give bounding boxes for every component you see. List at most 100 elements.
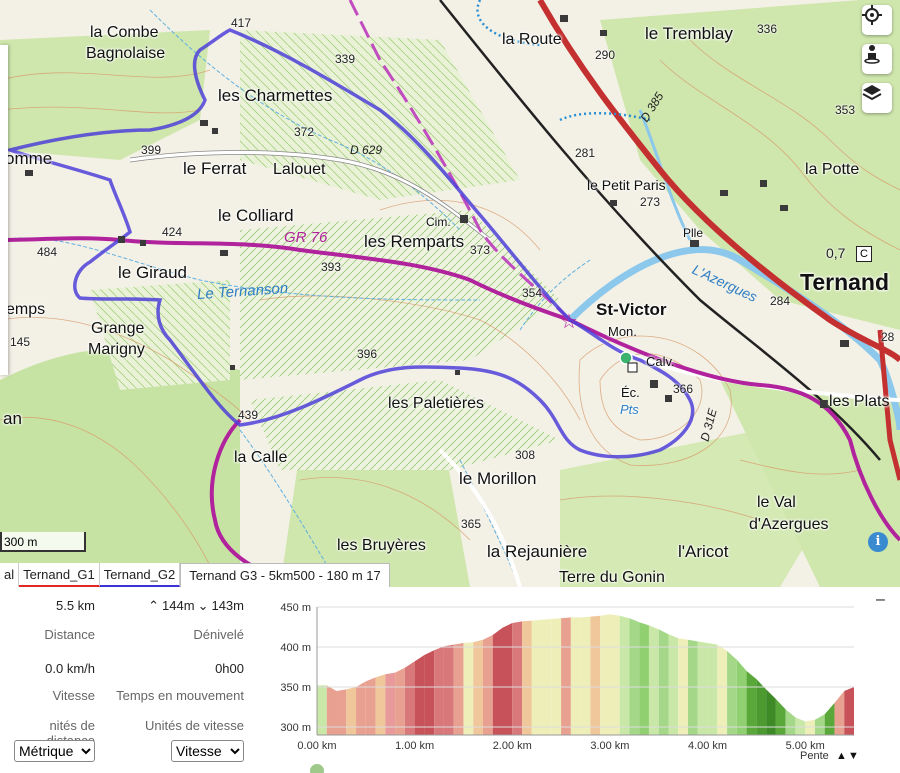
elevation-segment [844,687,854,735]
elevation-segment [395,667,405,735]
sort-up-icon[interactable]: ▲ [836,750,847,762]
tab-ternand-g2[interactable]: Ternand_G2 [99,563,181,587]
speed-units-select[interactable]: Vitesse [171,740,244,762]
place-plle: Plle [683,226,704,240]
elevation-segment [814,714,825,735]
altitude-label: 439 [238,408,259,422]
altitude-label: 365 [461,517,482,531]
x-tick-label: 2.00 km [493,740,532,752]
star-marker-icon: ☆ [560,311,578,333]
info-icon[interactable]: i [868,532,888,552]
elevation-segment [336,689,347,735]
distance-units-select[interactable]: Métrique [14,740,95,762]
altitude-label: 373 [470,243,491,257]
place-laricot: l'Aricot [678,542,729,561]
altitude-label: 424 [162,225,183,239]
elevation-segment [541,619,552,735]
road-label-d629: D 629 [350,143,383,157]
altitude-label: 145 [10,335,31,349]
place-les-bruyeres: les Bruyères [337,537,426,554]
y-tick-label: 300 m [280,722,311,734]
elevation-segment [326,685,337,735]
elevation-segment [629,618,640,735]
place-calv: Calv. [646,354,675,369]
elevation-segment [434,646,444,735]
elevation-segment [424,650,435,735]
crosshair-icon [862,5,882,25]
distance-label: Distance [44,627,95,642]
altitude-label: 28 [881,330,895,344]
place-st-victor: St-Victor [596,300,667,319]
place-dazergues: d'Azergues [749,516,829,533]
elevation-segment [824,703,835,735]
sort-down-icon[interactable]: ▼ [848,750,859,762]
place-la-combe: la Combe [90,24,159,41]
start-marker[interactable] [619,351,633,365]
tab-track-0[interactable]: al [0,563,20,587]
tab-ternand-g3[interactable]: Ternand G3 - 5km500 - 180 m 17 [180,563,390,587]
altitude-label: 399 [141,143,162,157]
altitude-label: 393 [321,260,342,274]
gr76-label: GR 76 [284,229,328,246]
place-grange: Grange [91,320,145,337]
place-la-route: la Route [502,31,562,48]
place-an: an [3,409,22,428]
tab-ternand-g1[interactable]: Ternand_G1 [19,563,100,587]
place-la-calle: la Calle [234,449,288,466]
elevation-segment [707,643,718,735]
altitude-label: 372 [294,125,315,139]
x-tick-label: 3.00 km [590,740,629,752]
altitude-label: 0,7 [826,245,846,261]
elevation-chart[interactable]: 300 m 350 m 400 m 450 m 0.00 km 1.00 km 2.00 … [262,595,900,773]
altitude-label: 354 [522,286,543,300]
elevation-segment [570,617,581,735]
place-les-paletieres: les Paletières [388,395,485,412]
map-scale: 300 m [0,532,86,552]
elevation-segment [795,717,806,735]
place-le-tremblay: le Tremblay [645,24,733,43]
elevation-segment [834,691,845,735]
elevation-segment [482,635,493,735]
elevation-segment [785,709,796,735]
elevation-segment [697,641,708,735]
sidebar-edge[interactable] [0,45,8,375]
elevation-segment [561,617,571,735]
elevation-segment [775,699,786,735]
person-icon [864,45,880,64]
elevation-segment [492,627,503,735]
elevation-segment [453,643,464,735]
elevation-segment [531,619,542,735]
locate-button[interactable] [862,5,892,35]
altitude-label: 366 [673,382,694,396]
loss-icon: ⌄ [197,598,209,613]
place-le-ferrat: le Ferrat [183,159,247,178]
position-slider-handle[interactable] [310,764,324,773]
elevation-segment [580,616,591,735]
place-le-giraud: le Giraud [118,263,187,282]
x-tick-label: 4.00 km [688,740,727,752]
elevation-segment [365,677,376,735]
elevation-segment [727,651,737,735]
elevation-segment [658,629,669,735]
pegman-button[interactable] [862,44,892,74]
speed-units-label: Unités de vitesse [145,718,244,733]
place-le-val: le Val [757,494,796,511]
map-view[interactable]: ☆ la Combe Bagnolaise les Charmettes omm… [0,0,900,587]
y-tick-labels: 300 m 350 m 400 m 450 m [280,602,311,734]
place-terre-du-gonin: Terre du Gonin [559,569,665,586]
x-tick-label: 1.00 km [395,740,434,752]
place-ternand: Ternand [800,269,890,295]
layers-button[interactable] [862,83,892,113]
place-marigny: Marigny [88,341,145,358]
elevation-segment [375,674,386,735]
speed-label: Vitesse [52,688,95,703]
place-ec: Éc. [621,385,640,400]
place-les-remparts: les Remparts [364,232,465,251]
finish-flag-icon[interactable] [627,362,638,373]
elevation-segment [404,661,415,735]
distance-value: 5.5 km [55,598,95,613]
elevation-label: Dénivelé [193,627,244,642]
elevation-segment [746,671,757,735]
elevation-segment [609,614,620,735]
c-marker-icon: C [856,246,872,262]
